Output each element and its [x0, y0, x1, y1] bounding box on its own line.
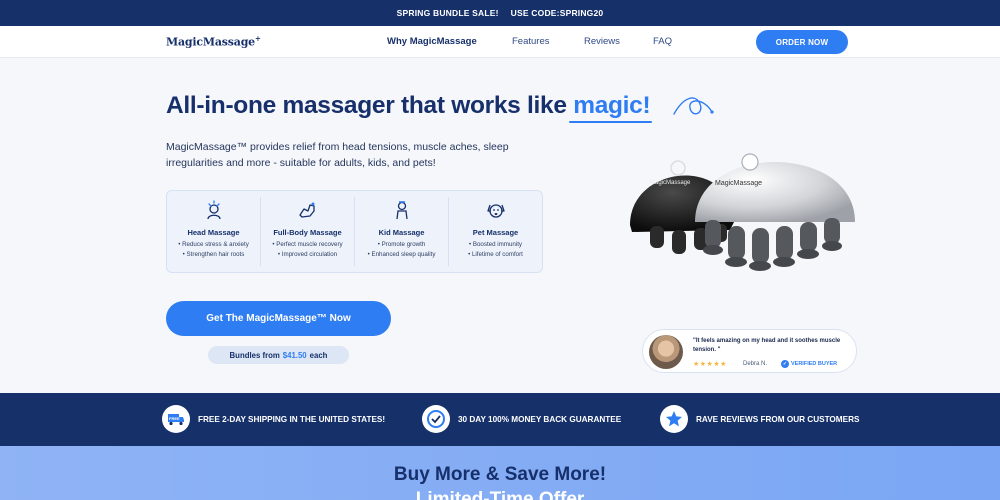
promo-title: Buy More & Save More! [393, 464, 607, 485]
product-label-silver: MagicMassage [715, 180, 762, 187]
feature-title: Pet Massage [472, 228, 519, 237]
product-label-black: MagicMassage [650, 180, 691, 186]
feature-kid-massage: Kid Massage • Promote growth • Enhanced … [354, 197, 448, 266]
nav-reviews[interactable]: Reviews [584, 36, 620, 47]
reviewer-avatar [649, 335, 683, 369]
flexed-arm-icon [298, 202, 315, 218]
verified-check-icon: ✓ [781, 360, 789, 368]
site-header: MagicMassage+ Why MagicMassage Features … [0, 26, 1000, 58]
hero-description: MagicMassage™ provides relief from head … [166, 141, 509, 169]
trust-label: 30 DAY 100% MONEY BACK GUARANTEE [458, 414, 622, 424]
trust-label: RAVE REVIEWS FROM OUR CUSTOMERS [696, 414, 860, 424]
bundle-prefix: Bundles from [229, 350, 280, 360]
kid-icon [395, 201, 408, 220]
get-magicmassage-button[interactable]: Get The MagicMassage™ Now [166, 301, 391, 336]
review-quote: "It feels amazing on my head and it soot… [693, 338, 841, 353]
trust-item-guarantee: 30 DAY 100% MONEY BACK GUARANTEE [422, 405, 621, 433]
feature-line: • Boosted immunity [468, 241, 523, 248]
feature-head-massage: Head Massage • Reduce stress & anxiety •… [167, 191, 260, 272]
feature-line: • Strengthen hair roots [182, 251, 245, 258]
promo-section: Buy More & Save More! Limited-Time Offer [0, 446, 1000, 500]
announcement-sale: SPRING BUNDLE SALE! [396, 8, 499, 18]
logo-mark: + [254, 34, 261, 43]
feature-full-body-massage: Full-Body Massage • Perfect muscle recov… [260, 197, 354, 266]
logo[interactable]: MagicMassage+ [166, 34, 261, 49]
trust-label: FREE 2-DAY SHIPPING IN THE UNITED STATES… [198, 414, 386, 424]
feature-title: Head Massage [187, 228, 240, 237]
hero-title-highlight: magic! [573, 92, 651, 119]
product-image: MagicMassage MagicMassage [630, 153, 855, 271]
bundle-price: $41.50 [282, 350, 307, 360]
announcement-bar: SPRING BUNDLE SALE! USE CODE:SPRING20 [0, 0, 1000, 26]
feature-line: • Lifetime of comfort [468, 251, 523, 258]
hero-title: All-in-one massager that works like magi… [166, 92, 651, 120]
bundle-price-badge: Bundles from $41.50 each [208, 346, 349, 364]
feature-title: Full-Body Massage [273, 228, 342, 237]
order-now-button[interactable]: ORDER NOW [756, 30, 848, 54]
logo-text: MagicMassage [166, 35, 255, 49]
nav-faq[interactable]: FAQ [653, 36, 672, 47]
reviewer-name: Debra N. [743, 361, 768, 367]
verified-buyer-badge: ✓ VERIFIED BUYER [781, 360, 837, 368]
announcement-code: USE CODE:SPRING20 [510, 8, 604, 18]
dog-icon [486, 204, 505, 218]
verified-label: VERIFIED BUYER [791, 361, 838, 367]
swirl-doodle-icon [673, 97, 714, 115]
trust-item-reviews: RAVE REVIEWS FROM OUR CUSTOMERS [660, 405, 859, 433]
feature-pet-massage: Pet Massage • Boosted immunity • Lifetim… [448, 197, 542, 266]
nav-why-magicmassage[interactable]: Why MagicMassage [387, 36, 477, 47]
guarantee-badge-icon [422, 405, 450, 433]
rating-stars-icon: ★★★★★ [693, 361, 727, 368]
feature-panel: Head Massage • Reduce stress & anxiety •… [166, 190, 543, 273]
feature-line: • Enhanced sleep quality [367, 251, 436, 258]
feature-line: • Reduce stress & anxiety [178, 241, 249, 248]
nav-features[interactable]: Features [512, 36, 550, 47]
feature-line: • Promote growth [377, 241, 426, 248]
star-icon [660, 405, 688, 433]
review-card: "It feels amazing on my head and it soot… [642, 329, 857, 373]
trust-bar: FREE FREE 2-DAY SHIPPING IN THE UNITED S… [0, 393, 1000, 446]
promo-subtitle: Limited-Time Offer [415, 489, 585, 500]
feature-title: Kid Massage [378, 228, 425, 237]
feature-line: • Perfect muscle recovery [272, 241, 343, 248]
free-badge-text: FREE [169, 416, 180, 421]
head-massage-icon [206, 200, 221, 220]
free-shipping-icon: FREE [162, 405, 190, 433]
hero-title-prefix: All-in-one massager that works like [166, 92, 567, 119]
bundle-suffix: each [309, 350, 328, 360]
trust-item-shipping: FREE FREE 2-DAY SHIPPING IN THE UNITED S… [162, 405, 385, 433]
feature-line: • Improved circulation [277, 251, 338, 258]
